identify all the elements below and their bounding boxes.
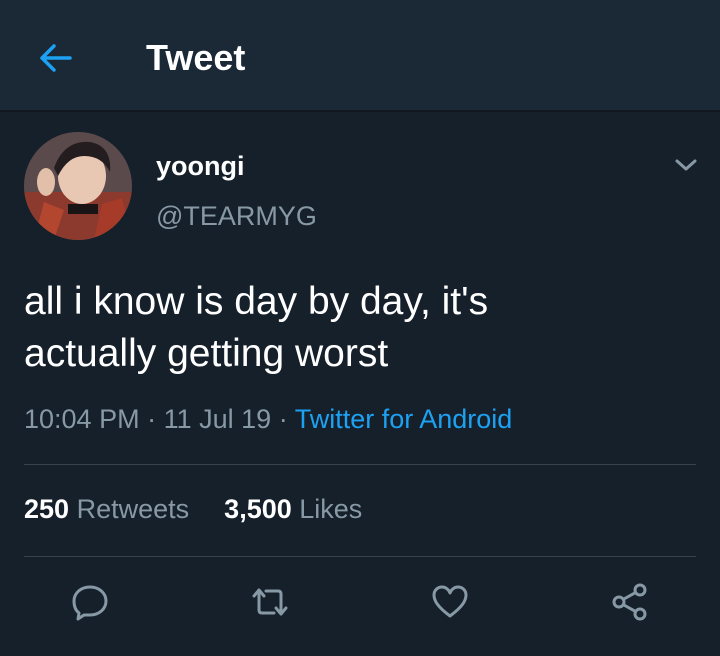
page-title: Tweet (146, 37, 246, 78)
tweet-source-link[interactable]: Twitter for Android (295, 404, 513, 434)
tweet-date: 11 Jul 19 (163, 404, 272, 434)
tweet-metadata: 10:04 PM · 11 Jul 19 · Twitter for Andro… (24, 402, 512, 436)
tweet-text-line: all i know is day by day, it's (24, 280, 489, 323)
user-handle[interactable]: @TEARMYG (156, 200, 317, 232)
avatar[interactable] (24, 132, 132, 240)
arrow-left-icon (40, 44, 72, 72)
likes-count: 3,500 (224, 494, 292, 524)
retweet-icon (252, 588, 288, 616)
likes-label: Likes (299, 494, 363, 524)
action-bar (0, 572, 720, 632)
separator-dot: · (278, 404, 295, 434)
top-app-bar: Tweet (0, 0, 720, 112)
retweets-stat[interactable]: 250 Retweets (24, 494, 197, 524)
likes-stat[interactable]: 3,500 Likes (224, 494, 362, 524)
divider (24, 464, 696, 465)
tweet-text-line: actually getting worst (24, 332, 389, 375)
retweets-count: 250 (24, 494, 70, 524)
display-name[interactable]: yoongi (156, 150, 245, 182)
retweet-button[interactable] (246, 578, 294, 626)
more-options-button[interactable] (668, 150, 704, 180)
tweet-text: all i know is day by day, it's actually … (24, 276, 684, 380)
chevron-down-icon (675, 159, 697, 171)
reply-icon (72, 585, 108, 621)
avatar-image (24, 132, 132, 240)
engagement-stats: 250 Retweets 3,500 Likes (24, 492, 362, 526)
tweet-time: 10:04 PM (24, 404, 140, 434)
like-button[interactable] (426, 578, 474, 626)
back-button[interactable] (32, 36, 80, 80)
heart-icon (432, 585, 468, 618)
share-icon (612, 583, 647, 621)
reply-button[interactable] (66, 578, 114, 626)
separator-dot: · (147, 404, 164, 434)
divider (24, 556, 696, 557)
retweets-label: Retweets (76, 494, 190, 524)
share-button[interactable] (606, 578, 654, 626)
